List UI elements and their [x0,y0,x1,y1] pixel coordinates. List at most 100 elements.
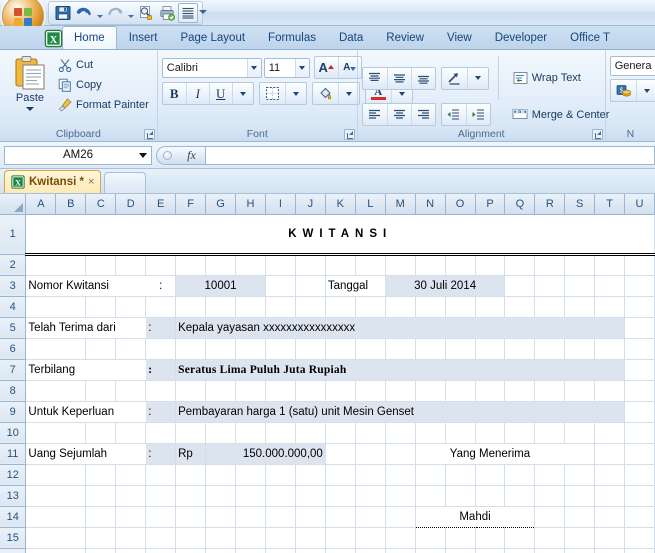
cell-p8[interactable] [475,380,506,402]
col-header-c[interactable]: C [85,194,117,215]
cell-u14[interactable] [624,506,655,528]
col-header-l[interactable]: L [355,194,386,215]
cell-f15[interactable] [175,527,207,549]
alignment-dialog-launcher[interactable] [591,129,603,140]
col-header-g[interactable]: G [205,194,236,215]
row-header-16[interactable]: 16 [0,548,27,553]
cell-e12[interactable] [145,464,177,486]
cell-k12[interactable] [325,464,356,486]
cell-f4[interactable] [175,296,207,318]
cell-c4[interactable] [85,296,117,318]
cell-d6[interactable] [115,338,147,360]
cell-j16[interactable] [295,548,326,553]
accounting-format-button[interactable]: $ [611,80,636,101]
row-header-13[interactable]: 13 [0,485,27,507]
cell-u2[interactable] [624,254,655,276]
cell-g4[interactable] [205,296,236,318]
cell-l11[interactable] [355,443,386,465]
cell-u12[interactable] [624,464,655,486]
cell-j2[interactable] [295,254,326,276]
row-header-12[interactable]: 12 [0,464,27,486]
cell-t13[interactable] [594,485,625,507]
cell-telah-terima-label[interactable]: Telah Terima dari [25,317,146,339]
cell-terbilang-value[interactable]: Seratus Lima Puluh Juta Rupiah [175,359,625,381]
row-header-3[interactable]: 3 [0,275,27,297]
cell-t16[interactable] [594,548,625,553]
cell-r15[interactable] [534,527,566,549]
cell-d15[interactable] [115,527,147,549]
cell-c13[interactable] [85,485,117,507]
cell-j13[interactable] [295,485,326,507]
col-header-q[interactable]: Q [504,194,536,215]
cell-r4[interactable] [534,296,566,318]
cell-a2[interactable] [25,254,56,276]
cell-u4[interactable] [624,296,655,318]
doc-tab-close-icon[interactable]: × [88,176,94,188]
cell-r13[interactable] [534,485,566,507]
col-header-i[interactable]: I [265,194,296,215]
row-header-11[interactable]: 11 [0,443,27,465]
cell-s11[interactable] [564,443,596,465]
cell-h6[interactable] [235,338,266,360]
cell-u8[interactable] [624,380,655,402]
cell-e13[interactable] [145,485,177,507]
cell-currency[interactable]: Rp [175,443,207,465]
cell-m15[interactable] [385,527,416,549]
cell-m12[interactable] [385,464,416,486]
cell-o16[interactable] [445,548,476,553]
cell-r10[interactable] [534,422,566,444]
cell-j10[interactable] [295,422,326,444]
cell-t4[interactable] [594,296,625,318]
cell-r2[interactable] [534,254,566,276]
col-header-s[interactable]: S [564,194,596,215]
row-header-8[interactable]: 8 [0,380,27,402]
cell-l13[interactable] [355,485,386,507]
cell-m2[interactable] [385,254,416,276]
col-header-t[interactable]: T [594,194,625,215]
wrap-text-button[interactable]: Wrap Text [508,67,586,89]
cell-d12[interactable] [115,464,147,486]
cell-a10[interactable] [25,422,56,444]
cell-p15[interactable] [475,527,506,549]
cell-a4[interactable] [25,296,56,318]
cell-m14[interactable] [385,506,416,528]
cell-telah-terima-value[interactable]: Kepala yayasan xxxxxxxxxxxxxxxx [175,317,625,339]
cell-amount[interactable]: 150.000.000,00 [205,443,326,465]
cell-u5[interactable] [624,317,655,339]
cell-k4[interactable] [325,296,356,318]
cell-b14[interactable] [55,506,87,528]
cell-u13[interactable] [624,485,655,507]
cell-f12[interactable] [175,464,207,486]
col-header-k[interactable]: K [325,194,356,215]
cell-g12[interactable] [205,464,236,486]
formula-bar-expand-button[interactable] [156,145,178,165]
borders-button[interactable] [260,83,285,104]
cell-l8[interactable] [355,380,386,402]
cell-k11[interactable] [325,443,356,465]
merge-center-button[interactable]: a Merge & Center [507,104,619,126]
cell-d16[interactable] [115,548,147,553]
row-header-15[interactable]: 15 [0,527,27,549]
tab-office-tab[interactable]: Office T [559,27,621,49]
tab-view[interactable]: View [436,27,483,49]
cell-l12[interactable] [355,464,386,486]
cell-u6[interactable] [624,338,655,360]
cell-g16[interactable] [205,548,236,553]
font-size-dropdown-icon[interactable] [294,58,309,77]
top-align-button[interactable] [363,68,387,89]
cell-uang-sejumlah-label[interactable]: Uang Sejumlah [25,443,146,465]
cell-f10[interactable] [175,422,207,444]
cell-u9[interactable] [624,401,655,423]
cell-t2[interactable] [594,254,625,276]
cell-i2[interactable] [265,254,296,276]
cell-c6[interactable] [85,338,117,360]
row-header-1[interactable]: 1 [0,214,27,255]
cell-n4[interactable] [415,296,446,318]
doc-tab-new[interactable] [104,172,147,193]
cell-g10[interactable] [205,422,236,444]
cell-p2[interactable] [475,254,506,276]
cell-b2[interactable] [55,254,87,276]
cell-m13[interactable] [385,485,416,507]
cell-j3[interactable] [295,275,326,297]
cell-i13[interactable] [265,485,296,507]
